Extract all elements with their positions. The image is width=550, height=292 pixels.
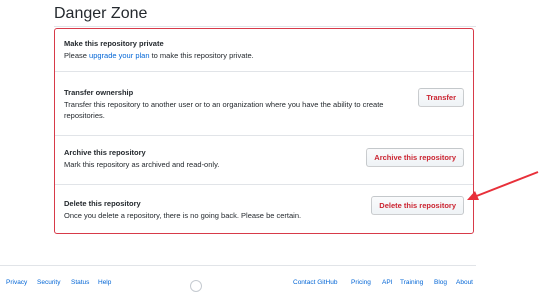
footer-link-status[interactable]: Status [71,279,89,286]
footer-link-blog[interactable]: Blog [434,279,447,286]
delete-repository-desc: Once you delete a repository, there is n… [64,211,302,220]
archive-repository-row: Archive this repository Mark this reposi… [55,135,473,184]
upgrade-plan-link[interactable]: upgrade your plan [89,51,149,60]
transfer-ownership-desc: Transfer this repository to another user… [64,100,384,120]
footer-link-security[interactable]: Security [37,279,60,286]
delete-repository-button[interactable]: Delete this repository [371,196,464,215]
footer-link-help[interactable]: Help [98,279,111,286]
delete-repository-row: Delete this repository Once you delete a… [55,184,473,234]
archive-repository-title: Archive this repository [64,148,146,157]
footer-link-contact-github[interactable]: Contact GitHub [293,279,337,286]
archive-repository-button[interactable]: Archive this repository [366,148,464,167]
footer-link-privacy[interactable]: Privacy [6,279,27,286]
red-arrow-icon [467,171,539,200]
transfer-ownership-title: Transfer ownership [64,88,134,97]
footer-link-about[interactable]: About [456,279,473,286]
footer-divider [0,265,476,266]
github-mark-icon[interactable] [190,280,202,292]
footer-link-api[interactable]: API [382,279,392,286]
delete-repository-title: Delete this repository [64,199,141,208]
archive-repository-desc: Mark this repository as archived and rea… [64,160,220,169]
page-title: Danger Zone [54,5,148,22]
danger-zone-box: Make this repository private Please upgr… [54,28,474,234]
make-private-desc: Please upgrade your plan to make this re… [64,50,414,61]
title-divider [54,26,476,27]
make-private-desc-before: Please [64,51,90,60]
transfer-ownership-row: Transfer ownership Transfer this reposit… [55,71,473,135]
footer-link-pricing[interactable]: Pricing [351,279,371,286]
footer-link-training[interactable]: Training [400,279,423,286]
transfer-button[interactable]: Transfer [418,88,464,107]
make-private-title: Make this repository private [64,39,164,48]
make-private-desc-after: to make this repository private. [149,51,254,60]
make-private-row: Make this repository private Please upgr… [55,29,473,71]
